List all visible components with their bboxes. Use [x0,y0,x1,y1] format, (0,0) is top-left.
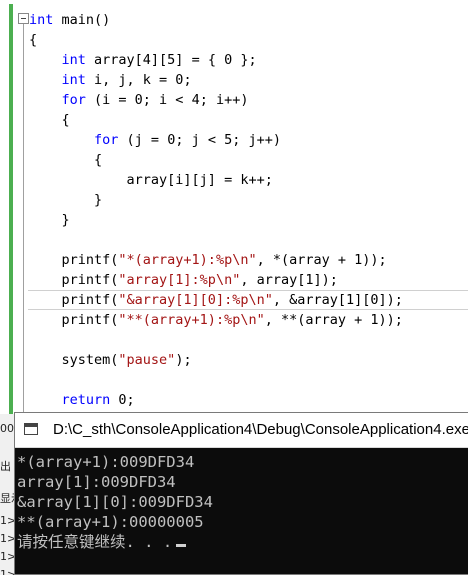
change-indicator-bar [9,4,13,414]
code-line: { [29,30,37,50]
code-keyword: for [61,92,86,108]
code-keyword: int [29,12,54,28]
code-text: } [29,212,70,228]
code-keyword: for [94,132,119,148]
code-line: int i, j, k = 0; [29,70,192,90]
code-string: "**(array+1):%p\n" [118,312,265,328]
console-output-line: **(array+1):00000005 [17,513,204,531]
code-line: return 0; [29,390,135,410]
code-text: array[4][5] = { 0 }; [85,52,257,68]
code-string: "*(array+1):%p\n" [118,252,257,268]
code-text: 0; [110,392,135,408]
code-text: system( [29,352,119,368]
code-text: , **(array + 1)); [264,312,403,328]
left-strip-item: 1> [0,532,14,545]
console-output-line: &array[1][0]:009DFD34 [17,493,213,511]
code-text: , *(array + 1)); [256,252,387,268]
code-line: system("pause"); [29,350,192,370]
code-text: array[i][j] = k++; [29,172,273,188]
left-strip-item: 1> [0,550,14,563]
code-text: main() [53,12,111,28]
code-keyword: int [61,52,86,68]
code-string: "pause" [118,352,176,368]
code-text: ); [175,352,192,368]
code-text: { [29,112,70,128]
left-strip-item: 1> [0,514,14,527]
console-cursor [176,544,187,547]
code-keyword: int [61,72,86,88]
left-strip-item: 显示 [0,492,14,505]
left-strip-item: 00 [0,422,14,435]
code-line: array[i][j] = k++; [29,170,273,190]
code-line: } [29,210,70,230]
code-text: (j = 0; j < 5; j++) [118,132,281,148]
console-output[interactable]: *(array+1):009DFD34 array[1]:009DFD34 &a… [15,448,468,574]
code-line: printf("**(array+1):%p\n", **(array + 1)… [29,310,403,330]
code-line: printf("&array[1][0]:%p\n", &array[1][0]… [29,290,403,310]
console-app-icon [24,423,38,435]
collapse-main-icon[interactable] [18,13,29,24]
code-line: { [29,150,102,170]
code-text: } [29,192,103,208]
code-text: (i = 0; i < 4; i++) [85,92,249,108]
code-text: , array[1]); [240,272,338,288]
code-line: printf("array[1]:%p\n", array[1]); [29,270,338,290]
code-line: for (j = 0; j < 5; j++) [29,130,281,150]
code-line: { [29,110,70,130]
console-prompt-line: 请按任意键继续. . . [17,532,468,552]
code-string: "&array[1][0]:%p\n" [118,292,273,308]
code-text: { [29,152,103,168]
code-line: printf("*(array+1):%p\n", *(array + 1)); [29,250,387,270]
code-string: "array[1]:%p\n" [118,272,241,288]
code-text: i, j, k = 0; [85,72,192,88]
code-text: , &array[1][0]); [272,292,403,308]
output-pane-edge: 00 出 显示 1> 1> 1> 1> [0,414,14,575]
code-text: printf( [29,292,119,308]
code-text: printf( [29,252,119,268]
left-strip-item: 1> [0,568,14,575]
left-strip-item: 出 [0,460,11,473]
console-title: D:\C_sth\ConsoleApplication4\Debug\Conso… [53,421,468,438]
code-text: printf( [29,312,119,328]
code-line: } [29,190,102,210]
console-prompt-text: 请按任意键继续. . . [17,533,173,551]
code-line: int array[4][5] = { 0 }; [29,50,257,70]
code-text: { [29,32,38,48]
code-line: int main() [29,10,110,30]
console-titlebar[interactable]: D:\C_sth\ConsoleApplication4\Debug\Conso… [15,413,468,448]
console-output-line: *(array+1):009DFD34 [17,453,195,471]
fold-guide-line [23,24,24,414]
code-text: printf( [29,272,119,288]
code-keyword: return [61,392,111,408]
code-editor[interactable]: int main() { int array[4][5] = { 0 }; int… [0,0,468,414]
code-line: for (i = 0; i < 4; i++) [29,90,249,110]
console-window[interactable]: D:\C_sth\ConsoleApplication4\Debug\Conso… [14,412,468,575]
console-output-line: array[1]:009DFD34 [17,473,176,491]
